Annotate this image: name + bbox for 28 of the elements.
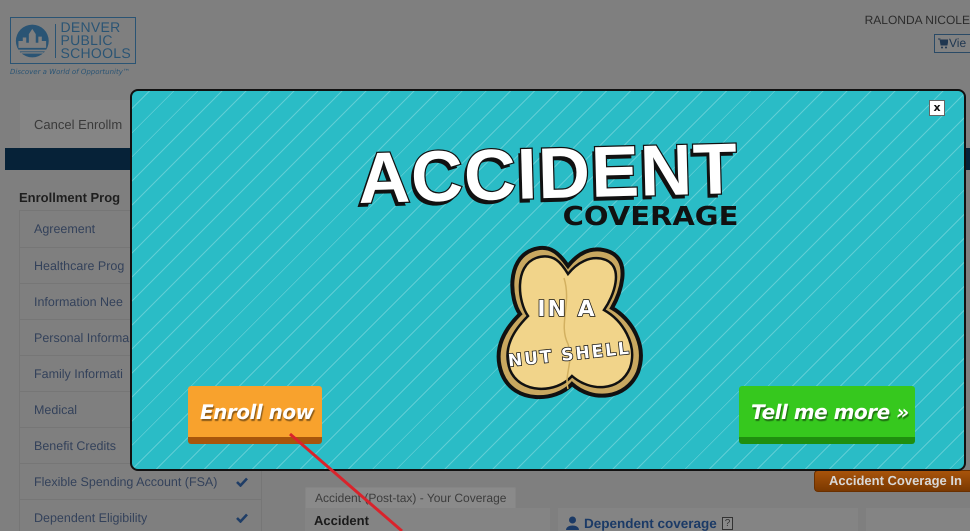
promo-subtitle: COVERAGE: [562, 203, 738, 229]
logo-wordmark: DENVER PUBLIC SCHOOLS: [60, 21, 131, 60]
person-icon: [566, 516, 579, 530]
view-cart-button[interactable]: Vie: [934, 34, 970, 53]
badge-text: NUT SHELL: [507, 338, 632, 372]
progress-item-label: Healthcare Prog: [34, 258, 124, 272]
progress-item-label: Information Nee: [34, 294, 123, 308]
close-button[interactable]: x: [929, 100, 945, 116]
sidebar-title: Enrollment Prog: [19, 190, 122, 207]
progress-item-label: Dependent Eligibility: [34, 510, 148, 524]
coverage-tab[interactable]: Accident (Post-tax) - Your Coverage: [305, 487, 516, 508]
progress-item-label: Flexible Spending Account (FSA): [34, 474, 218, 488]
help-button[interactable]: ?: [722, 516, 734, 530]
user-name: RALONDA NICOLE: [864, 13, 970, 27]
badge-text: IN A: [537, 297, 597, 322]
progress-item[interactable]: Dependent Eligibility: [20, 499, 261, 531]
tell-me-more-button[interactable]: Tell me more »: [739, 386, 915, 444]
progress-item-label: Family Informati: [34, 366, 123, 380]
progress-item-label: Personal Informa: [34, 330, 130, 344]
progress-item-label: Medical: [34, 402, 78, 416]
plan-name: Accident: [314, 513, 370, 528]
cart-icon: [938, 38, 948, 48]
enroll-now-button[interactable]: Enroll now: [188, 386, 322, 444]
progress-item-label: Agreement: [34, 222, 96, 236]
coverage-info-button[interactable]: Accident Coverage In: [814, 470, 970, 492]
dependent-coverage-link[interactable]: Dependent coverage: [584, 516, 717, 530]
cancel-enrollment-button[interactable]: Cancel Enrollm: [20, 116, 122, 132]
progress-item-label: Benefit Credits: [34, 438, 116, 452]
